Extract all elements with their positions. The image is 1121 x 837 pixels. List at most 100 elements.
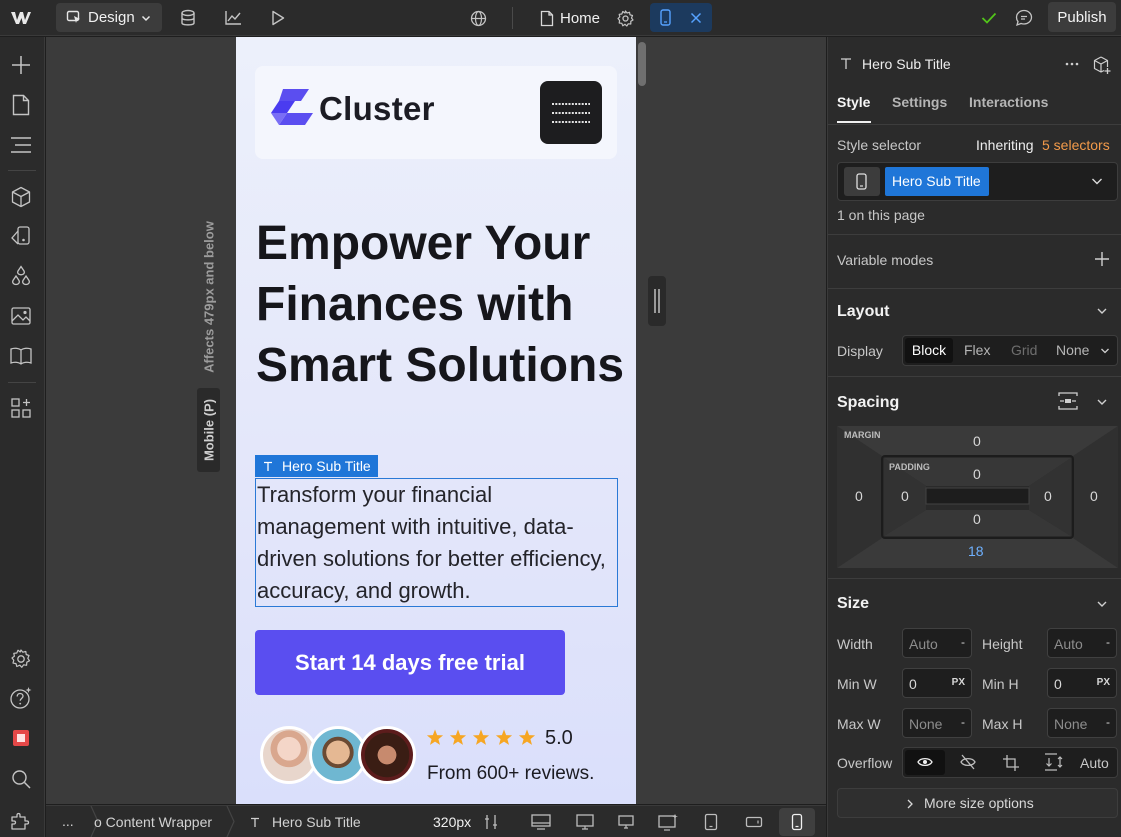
height-input[interactable]: Auto - — [1047, 628, 1117, 658]
chevron-down-icon[interactable] — [1096, 305, 1108, 317]
spacing-mode-icon[interactable] — [1058, 392, 1078, 410]
max-width-input[interactable]: None - — [902, 708, 972, 738]
height-unit[interactable]: - — [1106, 635, 1110, 649]
record-icon[interactable] — [8, 725, 34, 751]
on-page-count: 1 on this page — [837, 207, 925, 223]
canvas-scrollbar[interactable] — [638, 42, 646, 86]
crop-icon[interactable] — [1002, 754, 1020, 772]
tab-interactions[interactable]: Interactions — [969, 94, 1048, 110]
close-icon[interactable] — [684, 6, 708, 29]
max-width-unit[interactable]: - — [961, 715, 965, 729]
breadcrumb-parent[interactable]: o Content Wrapper — [94, 814, 212, 830]
desktop-icon[interactable] — [572, 810, 598, 834]
chevron-down-icon[interactable] — [1100, 346, 1110, 356]
padding-bottom-value[interactable]: 0 — [973, 511, 981, 527]
settings-icon[interactable] — [8, 646, 34, 672]
eye-off-icon[interactable] — [959, 754, 977, 770]
drops-icon[interactable] — [8, 263, 34, 289]
display-none-option[interactable]: None — [1056, 342, 1089, 358]
chevron-down-icon[interactable] — [1096, 396, 1108, 408]
image-icon[interactable] — [8, 303, 34, 329]
min-width-input[interactable]: 0 PX — [902, 668, 972, 698]
breadcrumb-current[interactable]: Hero Sub Title — [272, 814, 361, 830]
width-input[interactable]: Auto - — [902, 628, 972, 658]
brand-logo-icon[interactable] — [269, 88, 315, 130]
max-width-value: None — [909, 716, 943, 732]
display-flex-option[interactable]: Flex — [964, 342, 990, 358]
padding-left-value[interactable]: 0 — [901, 488, 909, 504]
desktop-base-icon[interactable] — [655, 810, 681, 834]
database-icon[interactable] — [176, 6, 200, 30]
plus-icon[interactable] — [1095, 252, 1109, 266]
cube-icon[interactable] — [8, 184, 34, 210]
overflow-auto-option[interactable]: Auto — [1080, 755, 1109, 771]
box-add-icon[interactable] — [1092, 55, 1112, 75]
plus-icon[interactable] — [8, 52, 34, 78]
tab-settings[interactable]: Settings — [892, 94, 947, 110]
width-adjust-icon[interactable] — [478, 810, 504, 834]
page-selector[interactable]: Home — [540, 6, 600, 30]
assets-icon[interactable] — [8, 223, 34, 249]
webflow-logo-icon[interactable] — [9, 6, 33, 30]
max-height-input[interactable]: None - — [1047, 708, 1117, 738]
layout-section-title[interactable]: Layout — [837, 303, 889, 321]
cta-button[interactable]: Start 14 days free trial — [255, 630, 565, 695]
width-unit[interactable]: - — [961, 635, 965, 649]
menu-button[interactable] — [540, 81, 602, 144]
max-height-value: None — [1054, 716, 1088, 732]
more-icon[interactable]: ... — [62, 813, 74, 829]
canvas-width[interactable]: 320px — [433, 814, 471, 830]
canvas-resize-handle[interactable] — [648, 276, 666, 326]
margin-bottom-value[interactable]: 18 — [968, 543, 984, 559]
scroll-icon[interactable] — [1044, 753, 1064, 771]
more-size-options-button[interactable]: More size options — [837, 788, 1118, 818]
min-height-input[interactable]: 0 PX — [1047, 668, 1117, 698]
mobile-landscape-icon[interactable] — [741, 810, 767, 834]
divider — [828, 578, 1121, 579]
more-size-options-label: More size options — [924, 795, 1034, 811]
help-icon[interactable] — [8, 685, 34, 711]
publish-button[interactable]: Publish — [1048, 2, 1116, 32]
tab-style[interactable]: Style — [837, 94, 870, 110]
book-icon[interactable] — [8, 343, 34, 369]
more-options-icon[interactable] — [1064, 55, 1080, 71]
selector-field[interactable]: Hero Sub Title — [837, 162, 1118, 201]
tablet-icon[interactable] — [698, 810, 724, 834]
spacing-section-title[interactable]: Spacing — [837, 394, 899, 412]
site-header[interactable]: Cluster — [255, 66, 617, 159]
desktop-xl-icon[interactable] — [528, 810, 554, 834]
margin-top-value[interactable]: 0 — [973, 433, 981, 449]
padding-top-value[interactable]: 0 — [973, 466, 981, 482]
chevron-down-icon[interactable] — [1091, 175, 1103, 187]
size-section-title[interactable]: Size — [837, 595, 869, 613]
apps-icon[interactable] — [8, 395, 34, 421]
margin-right-value[interactable]: 0 — [1090, 488, 1098, 504]
display-block-option[interactable]: Block — [905, 338, 953, 363]
selector-chip[interactable]: Hero Sub Title — [885, 167, 989, 196]
comment-icon[interactable] — [1012, 6, 1036, 30]
globe-icon[interactable] — [466, 6, 490, 30]
max-height-unit[interactable]: - — [1106, 715, 1110, 729]
chart-icon[interactable] — [221, 6, 245, 30]
hero-subtitle[interactable]: Transform your financial management with… — [255, 478, 618, 607]
star-icon — [518, 729, 536, 745]
laptop-icon[interactable] — [613, 810, 639, 834]
pages-icon[interactable] — [8, 92, 34, 118]
mobile-icon[interactable] — [653, 6, 677, 29]
navigator-icon[interactable] — [8, 132, 34, 158]
min-height-unit[interactable]: PX — [1097, 677, 1110, 688]
margin-left-value[interactable]: 0 — [855, 488, 863, 504]
min-width-unit[interactable]: PX — [952, 677, 965, 688]
search-icon[interactable] — [8, 766, 34, 792]
play-icon[interactable] — [266, 6, 290, 30]
puzzle-icon[interactable] — [8, 807, 34, 833]
mode-dropdown[interactable]: Design — [56, 3, 162, 32]
gear-icon[interactable] — [613, 6, 637, 30]
inheriting-count[interactable]: 5 selectors — [1042, 137, 1110, 153]
chevron-down-icon[interactable] — [1096, 598, 1108, 610]
mobile-portrait-icon[interactable] — [779, 808, 815, 836]
eye-icon[interactable] — [905, 750, 945, 775]
padding-right-value[interactable]: 0 — [1044, 488, 1052, 504]
page-frame[interactable]: Cluster Empower Your Finances with Smart… — [236, 37, 636, 804]
display-grid-option[interactable]: Grid — [1011, 342, 1037, 358]
